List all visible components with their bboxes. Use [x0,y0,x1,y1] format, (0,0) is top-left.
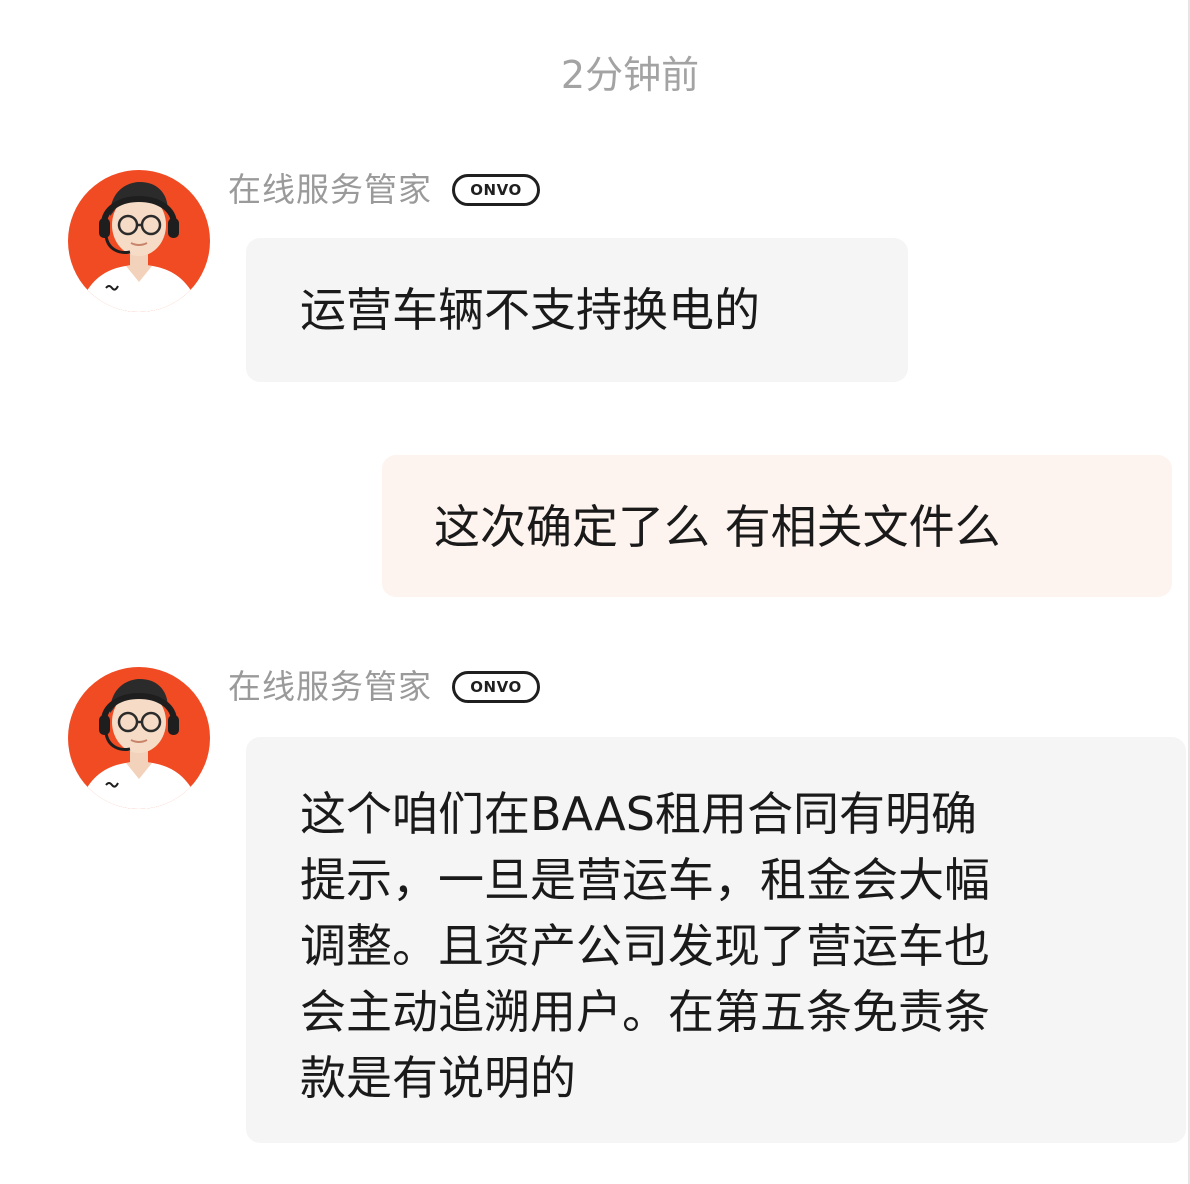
agent-avatar[interactable] [68,170,210,312]
message-text-line: 提示，一旦是营运车，租金会大幅 [300,853,990,907]
agent-message-bubble[interactable]: 这个咱们在BAAS租用合同有明确 提示，一旦是营运车，租金会大幅 调整。且资产公… [246,737,1186,1143]
user-message-bubble[interactable]: 这次确定了么 有相关文件么 [382,455,1172,597]
agent-avatar[interactable] [68,667,210,809]
message-text-line: 这个咱们在BAAS租用合同有明确 [300,787,977,841]
sender-name: 在线服务管家 [228,667,432,706]
agent-message-bubble[interactable]: 运营车辆不支持换电的 [246,238,908,382]
message-text-line: 调整。且资产公司发现了营运车也 [300,919,990,973]
onvo-brand-badge: ONVO [452,174,540,206]
message-text: 这次确定了么 有相关文件么 [434,500,1001,554]
headset-agent-avatar-icon [68,667,210,809]
message-text: 运营车辆不支持换电的 [300,283,760,337]
chat-page: 2分钟前 在线服务管家 ONVO 运营车辆不支持换电的 这次确定了么 有相关文件… [0,0,1190,1184]
sender-row: 在线服务管家 ONVO [228,665,540,709]
sender-name: 在线服务管家 [228,170,432,209]
headset-agent-avatar-icon [68,170,210,312]
onvo-brand-badge: ONVO [452,671,540,703]
message-timestamp: 2分钟前 [560,53,700,97]
message-text-line: 会主动追溯用户。在第五条免责条 [300,985,990,1039]
message-text-line: 款是有说明的 [300,1051,576,1105]
sender-row: 在线服务管家 ONVO [228,168,540,212]
